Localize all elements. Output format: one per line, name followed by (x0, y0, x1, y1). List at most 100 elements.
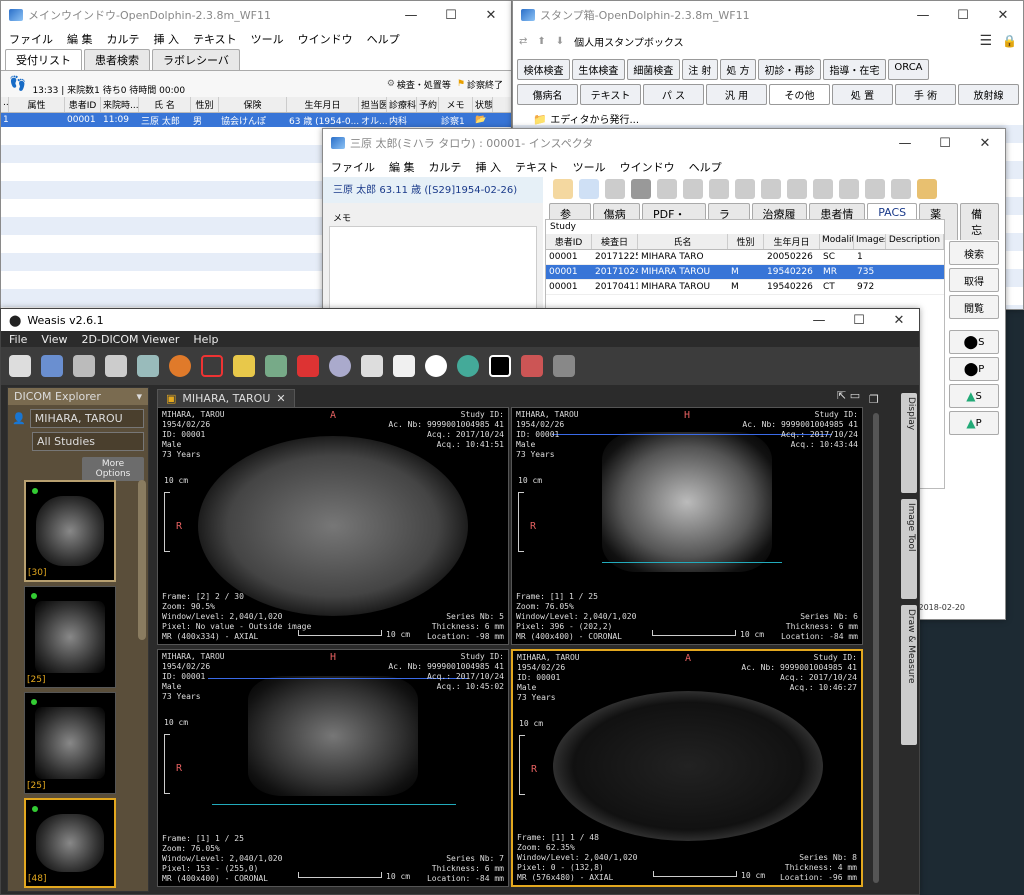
tools-icon[interactable] (917, 179, 937, 199)
delete-icon[interactable] (297, 355, 319, 377)
sync-icon[interactable] (169, 355, 191, 377)
menu-edit[interactable]: 編 集 (67, 31, 93, 47)
close-icon[interactable]: ✕ (276, 392, 285, 405)
viewer-tab[interactable]: ▣ MIHARA, TAROU ✕ (157, 389, 295, 407)
open-dicom-icon[interactable] (9, 355, 31, 377)
table-row[interactable]: 1 00001 11:09 三原 太郎 男 協会けんぽ 63 歳 (1954-0… (1, 113, 511, 127)
stamp-tab[interactable]: テキスト (580, 84, 641, 105)
stamp-tab[interactable]: 放射線 (958, 84, 1019, 105)
maximize-button[interactable]: ☐ (431, 8, 471, 23)
stamp-tab[interactable]: 汎 用 (706, 84, 767, 105)
series-thumbnail[interactable]: [25] (24, 586, 116, 688)
menu-help[interactable]: ヘルプ (689, 159, 722, 175)
patient-select[interactable]: 👤 MIHARA, TAROU (12, 409, 144, 428)
stamp-tab[interactable]: 傷病名 (517, 84, 578, 105)
stamp-tab[interactable]: 細菌検査 (626, 59, 680, 80)
col-head[interactable]: 診療科 (387, 97, 417, 112)
copy-icon[interactable] (761, 179, 781, 199)
minimize-view-icon[interactable]: ▭ (850, 389, 860, 402)
menu-view[interactable]: View (41, 333, 67, 346)
redo-icon[interactable] (709, 179, 729, 199)
explorer-scrollbar[interactable] (138, 480, 146, 640)
col-head[interactable]: 検査日 (592, 234, 638, 249)
stamp-tab[interactable]: 初診・再診 (758, 59, 821, 80)
edit-icon[interactable] (657, 179, 677, 199)
layout-grid-icon[interactable] (137, 355, 159, 377)
image-viewer[interactable]: H R 10 cm MIHARA, TAROU 1954/02/26 ID: 0… (511, 407, 863, 645)
menu-help[interactable]: Help (193, 333, 218, 346)
menu-edit[interactable]: 編 集 (389, 159, 415, 175)
col-head[interactable]: 患者ID (65, 97, 101, 112)
stamp-tab[interactable]: 処 方 (719, 59, 757, 80)
user-icon[interactable] (891, 179, 911, 199)
color-mri-icon[interactable] (521, 355, 543, 377)
menu-window[interactable]: ウインドウ (298, 31, 353, 47)
close-button[interactable]: ✕ (983, 8, 1023, 23)
col-head[interactable]: 氏 名 (139, 97, 191, 112)
rotate-icon[interactable] (201, 355, 223, 377)
display-side-tab[interactable]: Display (901, 393, 917, 493)
stamp-tab[interactable]: ORCA (887, 59, 929, 80)
table-row[interactable]: 00001 20170411 MIHARA TAROU M 19540226 C… (546, 280, 944, 295)
maximize-button[interactable]: ☐ (839, 313, 879, 328)
cut-icon[interactable] (735, 179, 755, 199)
stamp-tab[interactable]: 注 射 (681, 59, 718, 80)
col-head[interactable]: メモ (439, 97, 473, 112)
memo-field[interactable] (329, 226, 537, 316)
chevron-down-icon[interactable]: ▾ (136, 390, 142, 403)
folder-icon[interactable] (865, 179, 885, 199)
col-head[interactable]: 氏名 (638, 234, 728, 249)
draw-measure-side-tab[interactable]: Draw & Measure (901, 605, 917, 745)
minimize-button[interactable]: — (903, 8, 943, 23)
menu-karte[interactable]: カルテ (429, 159, 462, 175)
invert-icon[interactable] (489, 355, 511, 377)
col-head[interactable]: Images (854, 234, 886, 249)
print-icon[interactable] (631, 179, 651, 199)
export-view-icon[interactable]: ⇱ (837, 389, 846, 402)
stamp-tab[interactable]: 手 術 (895, 84, 956, 105)
up-arrow-icon[interactable]: ⬆ (537, 36, 545, 47)
stamp-tab[interactable]: 検体検査 (517, 59, 570, 80)
print-icon[interactable] (105, 355, 127, 377)
menu-help[interactable]: ヘルプ (367, 31, 400, 47)
select-icon[interactable] (233, 355, 255, 377)
series-thumbnail-selected[interactable]: [48] (24, 798, 116, 888)
col-head[interactable]: 保険 (219, 97, 287, 112)
weasis-patient-button[interactable]: ⬤ P (949, 357, 999, 381)
image-viewer[interactable]: A R 10 cm MIHARA, TAROU 1954/02/26 ID: 0… (157, 407, 509, 645)
minimize-button[interactable]: — (799, 313, 839, 328)
menu-file[interactable]: ファイル (331, 159, 375, 175)
col-head[interactable]: 生年月日 (764, 234, 820, 249)
maximize-button[interactable]: ☐ (925, 136, 965, 151)
tab-patient-search[interactable]: 患者検索 (84, 49, 150, 70)
import-icon[interactable] (41, 355, 63, 377)
window-level-icon[interactable] (425, 355, 447, 377)
menu-window[interactable]: ウインドウ (620, 159, 675, 175)
table-row[interactable]: 00001 20171225 MIHARA TARO 20050226 SC 1 (546, 250, 944, 265)
close-button[interactable]: ✕ (965, 136, 1005, 151)
stamp-tab[interactable]: 処 置 (832, 84, 893, 105)
image-viewer-selected[interactable]: A R 10 cm MIHARA, TAROU 1954/02/26 ID: 0… (511, 649, 863, 887)
menu-karte[interactable]: カルテ (107, 31, 140, 47)
minimize-button[interactable]: — (885, 136, 925, 151)
col-head[interactable]: Modality (820, 234, 854, 249)
swap-icon[interactable]: ⇄ (519, 36, 527, 47)
maximize-button[interactable]: ☐ (943, 8, 983, 23)
tab-reception[interactable]: 受付リスト (5, 49, 82, 70)
stamp-tab[interactable]: パ ス (643, 84, 704, 105)
mpr-icon[interactable] (553, 355, 575, 377)
stamp-item[interactable]: エディタから発行... (550, 115, 639, 126)
more-options-button[interactable]: More Options (82, 457, 144, 481)
tab-memo[interactable]: 備忘 (960, 203, 1000, 240)
save-icon[interactable] (605, 179, 625, 199)
col-head[interactable]: 来院時... (101, 97, 139, 112)
stamp-tab[interactable]: 生体検査 (571, 59, 625, 80)
close-button[interactable]: ✕ (879, 313, 919, 328)
col-head[interactable]: 予約 (417, 97, 439, 112)
menu-dicom-viewer[interactable]: 2D-DICOM Viewer (82, 333, 180, 346)
col-head[interactable]: 患者ID (546, 234, 592, 249)
weasis-study-button[interactable]: ⬤ S (949, 330, 999, 354)
image-viewer[interactable]: H R 10 cm MIHARA, TAROU 1954/02/26 ID: 0… (157, 649, 509, 887)
view-button[interactable]: 閲覧 (949, 295, 999, 319)
end-exam-button[interactable]: 診察終了 (467, 78, 503, 91)
